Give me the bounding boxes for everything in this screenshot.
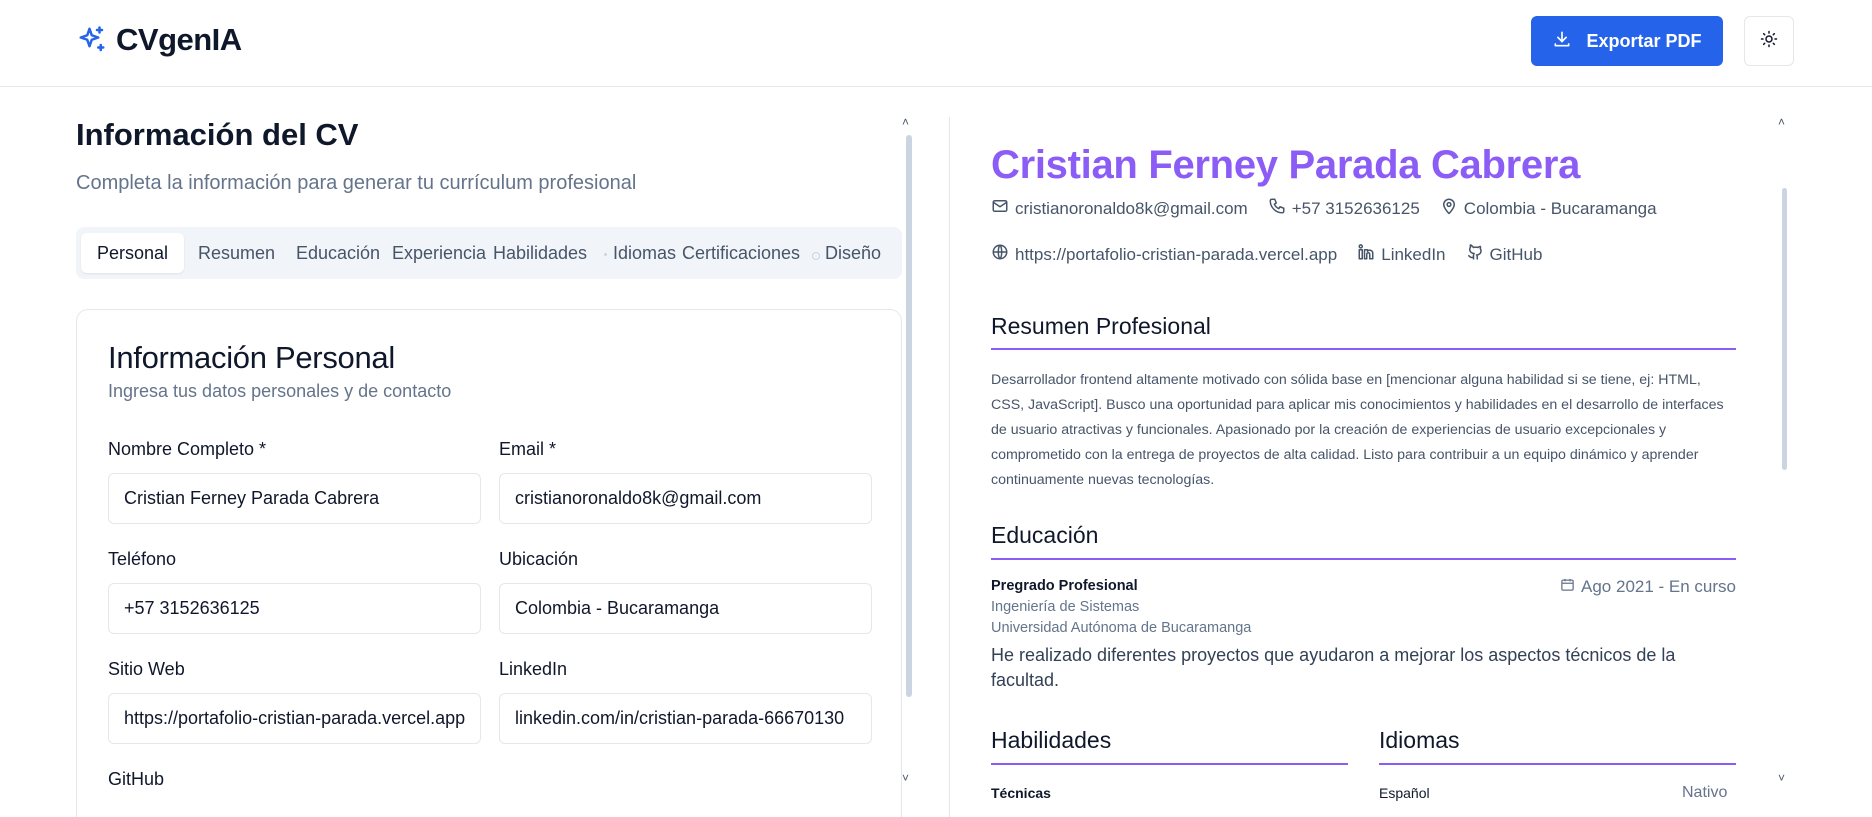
summary-text: Desarrollador frontend altamente motivad… [991,372,1724,488]
github-icon [1466,243,1484,266]
languages-heading: Idiomas [1379,727,1460,753]
globe-icon [991,243,1009,266]
education-date-text: Ago 2021 - En curso [1581,577,1736,596]
tab-certificaciones[interactable]: Certificaciones [682,233,800,273]
editor-scrollbar[interactable] [906,135,912,697]
brand[interactable]: CVgenIA [76,22,242,58]
sparkles-icon [76,24,108,56]
skills-heading: Habilidades [991,727,1112,753]
gear-icon [812,252,820,260]
education-heading: Educación [991,522,1099,548]
cv-location: Colombia - Bucaramanga [1463,198,1657,218]
education-degree: Pregrado Profesional [991,578,1138,594]
name-label: Nombre Completo * [108,439,267,459]
tab-diseno[interactable]: Diseño [825,233,881,273]
linkedin-icon [1357,243,1375,266]
summary-divider [991,348,1736,350]
email-input[interactable]: cristianoronaldo8k@gmail.com [499,473,872,524]
education-description: He realizado diferentes proyectos que ay… [991,645,1676,690]
phone-input[interactable]: +57 3152636125 [108,583,481,634]
tab-habilidades[interactable]: Habilidades [493,233,587,273]
cv-github[interactable]: GitHub [1490,245,1543,265]
skills-divider [991,763,1348,765]
education-date: Ago 2021 - En curso [1550,577,1736,597]
languages-divider [1379,763,1736,765]
linkedin-input[interactable]: linkedin.com/in/cristian-parada-66670130 [499,693,872,744]
cv-phone: +57 3152636125 [1291,198,1420,218]
skills-subheading: Técnicas [991,785,1051,801]
export-pdf-button[interactable]: Exportar PDF [1531,16,1723,66]
map-pin-icon [1440,197,1458,220]
cv-linkedin[interactable]: LinkedIn [1381,245,1445,265]
github-label: GitHub [108,769,165,789]
download-icon [1552,29,1572,54]
app-header: CVgenIA Exportar PDF [0,0,1872,87]
card-subtitle: Ingresa tus datos personales y de contac… [108,381,452,401]
export-pdf-label: Exportar PDF [1586,30,1702,51]
language-name: Español [1379,785,1430,801]
cv-website[interactable]: https://portafolio-cristian-parada.verce… [1015,245,1337,265]
mail-icon [991,197,1009,220]
editor-panel: Información del CV Completa la informaci… [76,87,912,817]
education-field: Ingeniería de Sistemas [991,599,1140,615]
tab-idiomas[interactable]: Idiomas [613,233,676,273]
contact-row-1: cristianoronaldo8k@gmail.com +57 3152636… [991,197,1677,220]
theme-toggle-button[interactable] [1744,16,1794,66]
cv-preview: Cristian Ferney Parada Cabrera cristiano… [950,87,1772,817]
card-title: Información Personal [108,340,395,375]
cv-email: cristianoronaldo8k@gmail.com [1015,198,1248,218]
education-divider [991,558,1736,560]
website-input[interactable]: https://portafolio-cristian-parada.verce… [108,693,481,744]
linkedin-label: LinkedIn [499,659,568,679]
location-input[interactable]: Colombia - Bucaramanga [499,583,872,634]
scroll-down-arrow[interactable]: ˅ [902,771,909,785]
calendar-icon [1560,577,1575,597]
brand-name: CVgenIA [116,22,242,57]
preview-scrollbar[interactable] [1782,188,1787,470]
language-level: Nativo [1682,784,1728,801]
tab-educacion[interactable]: Educación [296,233,380,273]
preview-scroll-up-arrow[interactable]: ˄ [1778,115,1785,129]
name-input[interactable]: Cristian Ferney Parada Cabrera [108,473,481,524]
personal-info-card: Información Personal Ingresa tus datos p… [76,309,902,817]
sun-icon [1760,30,1778,53]
tab-experiencia[interactable]: Experiencia [392,233,486,273]
contact-row-2: https://portafolio-cristian-parada.verce… [991,243,1562,266]
website-label: Sitio Web [108,659,185,679]
editor-tabs: Personal Resumen Educación Experiencia H… [76,227,902,279]
tab-resumen[interactable]: Resumen [198,233,275,273]
education-institution: Universidad Autónoma de Bucaramanga [991,620,1252,636]
location-label: Ubicación [499,549,579,569]
tab-separator [604,253,607,256]
page-subtitle: Completa la información para generar tu … [76,172,637,194]
tab-personal[interactable]: Personal [81,233,185,273]
summary-heading: Resumen Profesional [991,313,1211,339]
scroll-up-arrow[interactable]: ˄ [902,115,909,129]
cv-name: Cristian Ferney Parada Cabrera [991,143,1581,187]
email-label: Email * [499,439,557,459]
page-title: Información del CV [76,117,359,152]
phone-label: Teléfono [108,549,177,569]
phone-icon [1268,197,1286,220]
preview-scroll-down-arrow[interactable]: ˅ [1778,771,1785,785]
